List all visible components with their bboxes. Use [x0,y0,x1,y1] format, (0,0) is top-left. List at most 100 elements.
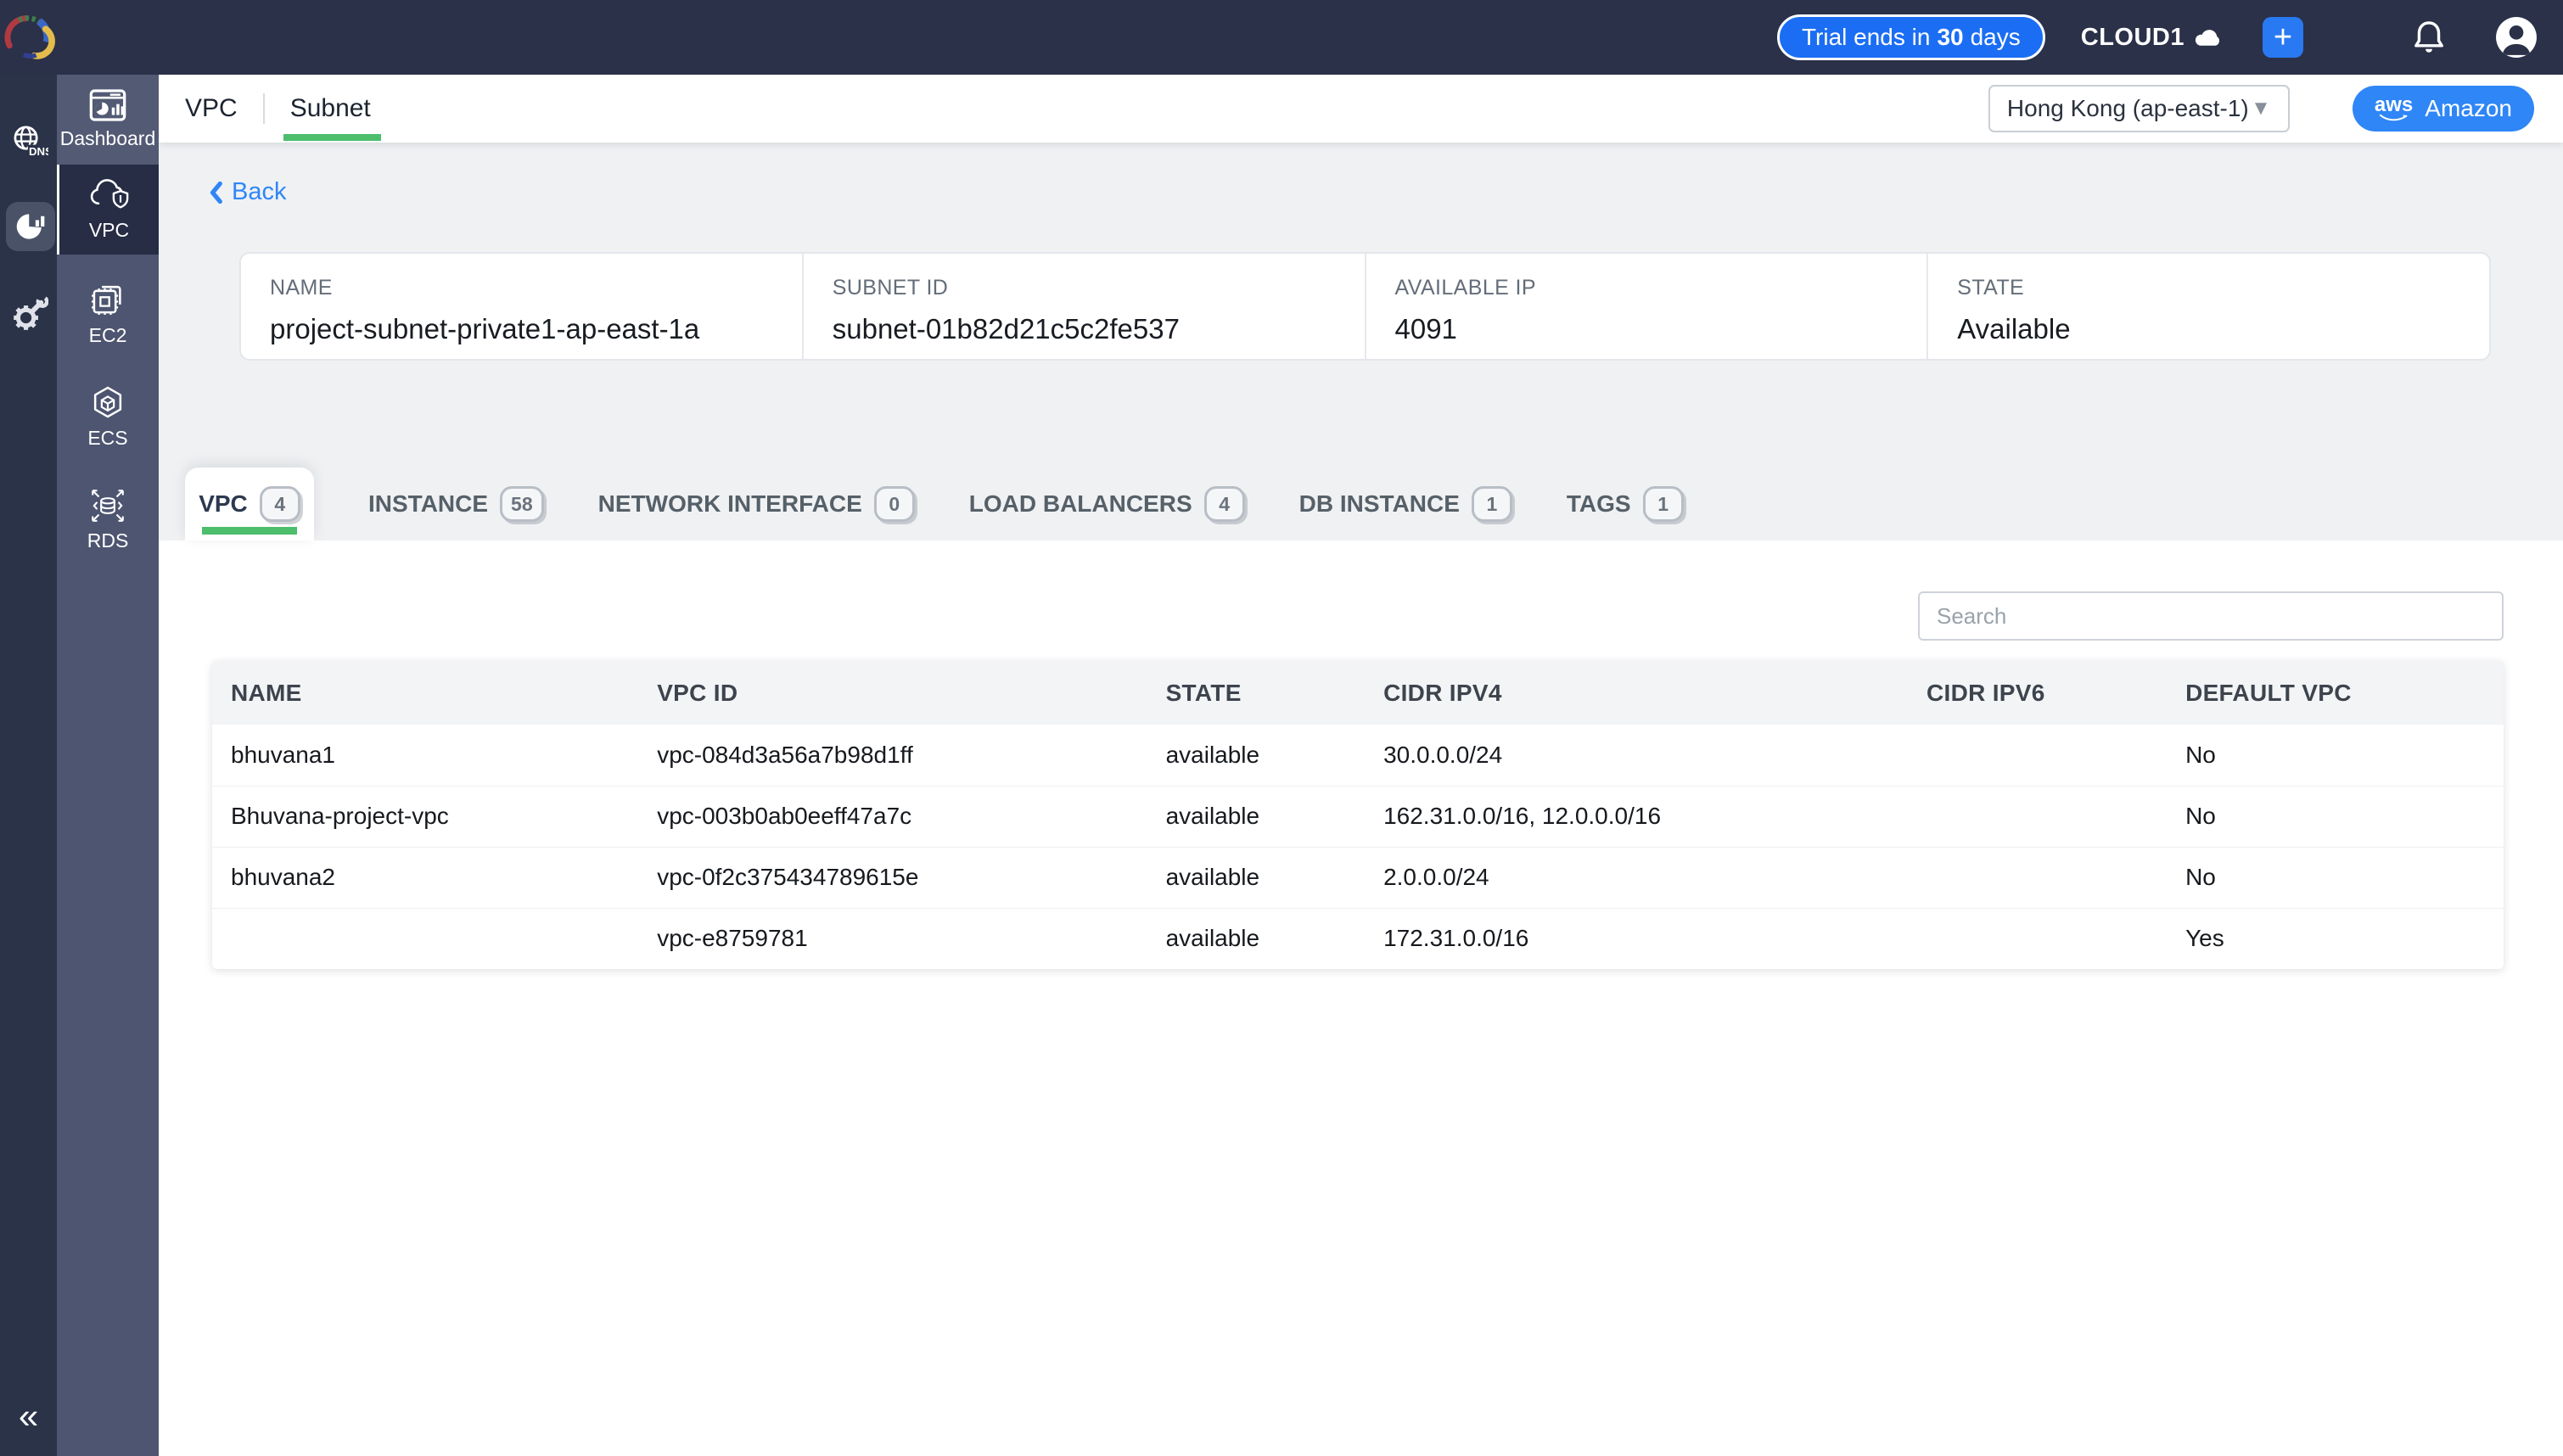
sidebar-item-label: EC2 [89,324,127,347]
crumb-subnet[interactable]: Subnet [290,94,371,123]
sidebar-item-ecs[interactable]: ECS [57,372,159,462]
region-dropdown[interactable]: Hong Kong (ap-east-1) ▼ [1988,85,2290,132]
add-button[interactable]: + [2263,17,2303,58]
cell-default-vpc: No [2167,847,2504,908]
vpc-table: NAME VPC ID STATE CIDR IPV4 CIDR IPV6 DE… [212,661,2504,969]
cell-state: available [1147,908,1366,969]
icon-rail: DNS « [0,75,57,1456]
cell-cidr-ipv4: 30.0.0.0/24 [1365,725,1908,786]
field-label: STATE [1957,276,2489,300]
back-label: Back [232,178,286,206]
col-header-cidr-ipv6: CIDR IPV6 [1908,661,2167,725]
cell-cidr-ipv4: 2.0.0.0/24 [1365,847,1908,908]
cell-default-vpc: No [2167,725,2504,786]
app-logo[interactable] [0,6,57,69]
tab-label: DB INSTANCE [1299,490,1460,518]
crumb-vpc[interactable]: VPC [185,94,238,123]
field-label: NAME [270,276,802,300]
field-value: project-subnet-private1-ap-east-1a [270,313,802,345]
col-header-state: STATE [1147,661,1366,725]
cell-cidr-ipv6 [1908,725,2167,786]
trial-badge[interactable]: Trial ends in 30 days [1777,14,2045,60]
tab-count-badge: 58 [500,486,544,522]
topbar: Trial ends in 30 days CLOUD1 + [0,0,2563,75]
detail-field-available-ip: AVAILABLE IP 4091 [1365,254,1927,359]
col-header-vpc-id: VPC ID [638,661,1147,725]
chevron-down-icon: ▼ [2251,97,2271,120]
org-name: CLOUD1 [2081,24,2184,52]
logo-swirl-icon [0,6,57,69]
ec2-icon [88,279,127,318]
field-label: SUBNET ID [833,276,1365,300]
table-row[interactable]: Bhuvana-project-vpc vpc-003b0ab0eeff47a7… [212,786,2504,847]
trial-days: 30 [1937,24,1963,51]
col-header-default-vpc: DEFAULT VPC [2167,661,2504,725]
tab-label: VPC [199,490,248,518]
tab-count-badge: 1 [1643,486,1684,522]
tab-vpc[interactable]: VPC 4 [185,468,314,540]
region-value: Hong Kong (ap-east-1) [2007,95,2249,122]
provider-button[interactable]: aws Amazon [2353,86,2534,132]
cell-vpc-id: vpc-0f2c375434789615e [638,847,1147,908]
col-header-name: NAME [212,661,638,725]
sidebar-item-label: ECS [87,427,127,450]
table-row[interactable]: vpc-e8759781 available 172.31.0.0/16 Yes [212,908,2504,969]
ecs-icon [89,384,126,421]
collapse-sidebar-button[interactable]: « [0,1398,57,1434]
tab-count-badge: 4 [1204,486,1245,522]
dashboard-icon [89,89,126,121]
tab-label: LOAD BALANCERS [969,490,1192,518]
cell-name: bhuvana2 [212,847,638,908]
cell-default-vpc: Yes [2167,908,2504,969]
table-row[interactable]: bhuvana1 vpc-084d3a56a7b98d1ff available… [212,725,2504,786]
crumb-divider [263,93,265,124]
rail-item-analytics[interactable] [6,202,55,251]
sidebar-item-dashboard[interactable]: Dashboard [57,75,159,165]
avatar[interactable] [2495,16,2538,59]
svg-text:DNS: DNS [29,145,48,158]
cell-vpc-id: vpc-e8759781 [638,908,1147,969]
cell-vpc-id: vpc-084d3a56a7b98d1ff [638,725,1147,786]
cell-name: Bhuvana-project-vpc [212,786,638,847]
subnet-detail-card: NAME project-subnet-private1-ap-east-1a … [239,252,2491,361]
tab-tags[interactable]: TAGS 1 [1567,486,1684,522]
search-input[interactable] [1918,591,2504,641]
rail-item-dns[interactable]: DNS [9,124,48,158]
rail-item-settings[interactable] [9,295,48,334]
sidebar-item-vpc[interactable]: VPC [57,165,159,255]
tab-load-balancers[interactable]: LOAD BALANCERS 4 [969,486,1245,522]
org-switcher[interactable]: CLOUD1 [2081,24,2222,52]
user-avatar-icon [2495,16,2538,59]
detail-field-name: NAME project-subnet-private1-ap-east-1a [241,254,802,359]
table-row[interactable]: bhuvana2 vpc-0f2c375434789615e available… [212,847,2504,908]
table-header-row: NAME VPC ID STATE CIDR IPV4 CIDR IPV6 DE… [212,661,2504,725]
tab-db-instance[interactable]: DB INSTANCE 1 [1299,486,1512,522]
resource-tabs: VPC 4 INSTANCE 58 NETWORK INTERFACE 0 LO… [159,468,2563,540]
trial-prefix: Trial ends in [1802,24,1930,51]
cell-cidr-ipv4: 162.31.0.0/16, 12.0.0.0/16 [1365,786,1908,847]
tab-count-badge: 4 [260,486,300,522]
aws-logo-icon: aws [2375,97,2413,121]
field-value: subnet-01b82d21c5c2fe537 [833,313,1365,345]
field-label: AVAILABLE IP [1395,276,1927,300]
sidebar-item-ec2[interactable]: EC2 [57,268,159,358]
trial-suffix: days [1971,24,2021,51]
collapse-icon: « [19,1396,38,1436]
dns-globe-icon: DNS [9,124,48,158]
sidebar-item-rds[interactable]: RDS [57,475,159,565]
tab-instance[interactable]: INSTANCE 58 [368,486,544,522]
sidebar-item-label: VPC [89,219,129,242]
cell-default-vpc: No [2167,786,2504,847]
tab-panel: NAME VPC ID STATE CIDR IPV4 CIDR IPV6 DE… [159,540,2563,1456]
add-button-label: + [2274,21,2292,53]
tab-count-badge: 1 [1472,486,1512,522]
cell-name: bhuvana1 [212,725,638,786]
col-header-cidr-ipv4: CIDR IPV4 [1365,661,1908,725]
cell-cidr-ipv6 [1908,908,2167,969]
back-link[interactable]: Back [208,178,2563,206]
detail-field-subnet-id: SUBNET ID subnet-01b82d21c5c2fe537 [802,254,1365,359]
notifications-button[interactable] [2412,20,2446,55]
cell-cidr-ipv6 [1908,847,2167,908]
tab-network-interface[interactable]: NETWORK INTERFACE 0 [598,486,915,522]
cell-cidr-ipv6 [1908,786,2167,847]
